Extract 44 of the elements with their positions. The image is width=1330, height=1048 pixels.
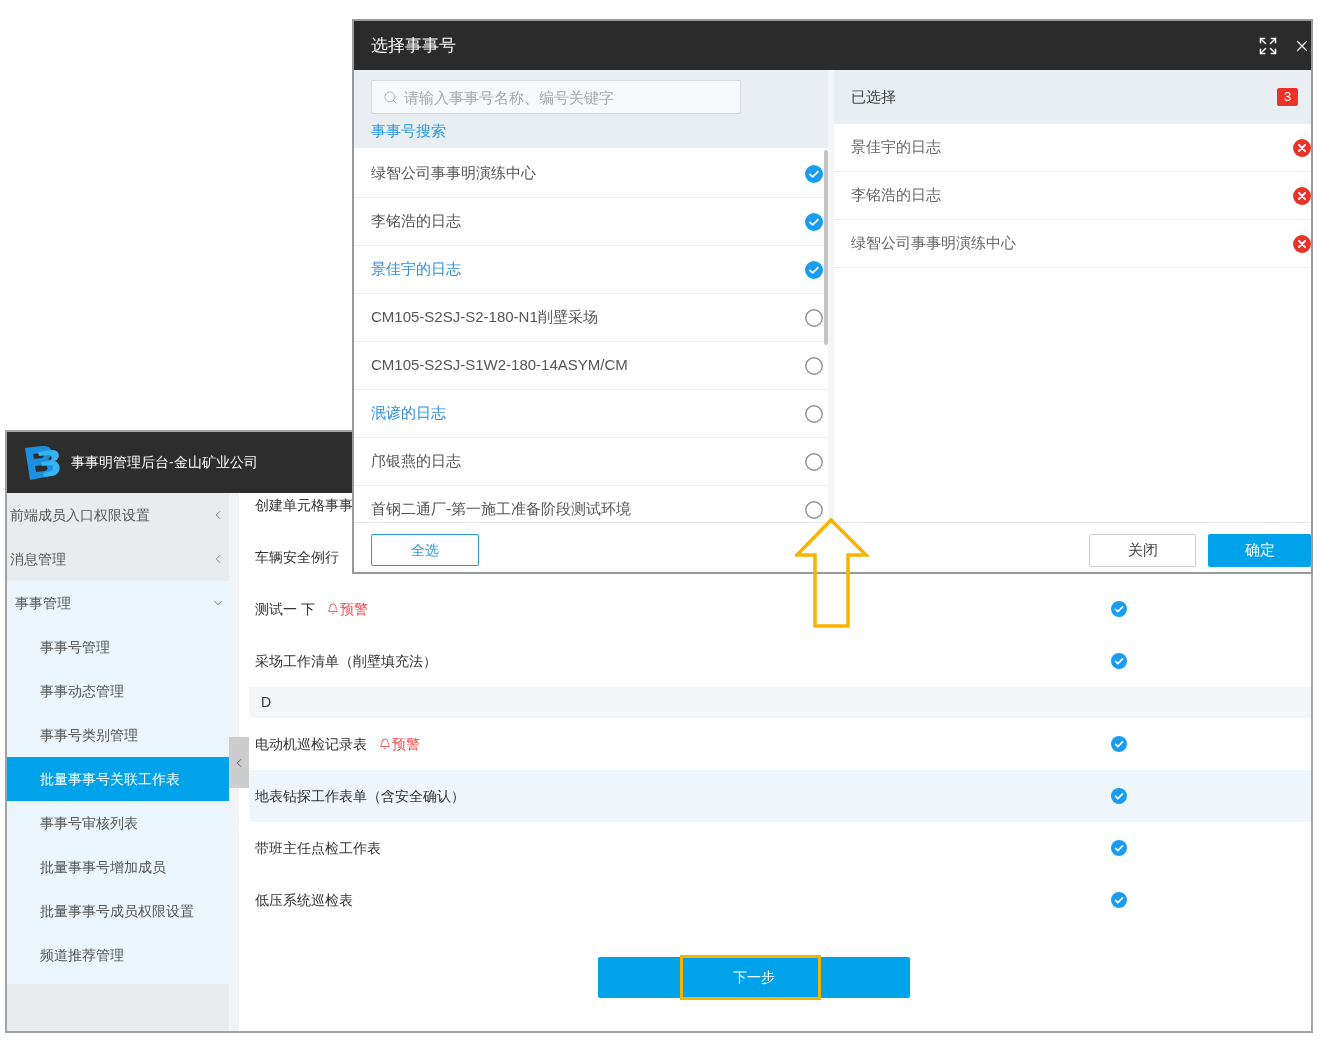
menu-item[interactable]: 消息管理 bbox=[7, 537, 229, 581]
selected-item: 李铭浩的日志 bbox=[851, 185, 941, 206]
worksheet-name: 低压系统巡检表 bbox=[255, 890, 353, 910]
warning-label: 预警 bbox=[339, 599, 368, 619]
scrollbar-thumb[interactable] bbox=[824, 150, 828, 345]
option-item[interactable]: 邝银燕的日志 bbox=[354, 438, 828, 486]
menu-item[interactable]: 事事管理 bbox=[7, 581, 229, 625]
selected-title: 已选择 bbox=[851, 86, 896, 107]
selected-item: 绿智公司事事明演练中心 bbox=[851, 233, 1016, 254]
logo-icon bbox=[22, 443, 62, 482]
worksheet-name: 采场工作清单（削壁填充法） bbox=[255, 651, 437, 671]
warning-label: 预警 bbox=[392, 734, 420, 754]
worksheet-row[interactable]: 地表钻探工作表单（含安全确认） bbox=[249, 770, 1311, 822]
expand-icon[interactable] bbox=[1258, 35, 1278, 56]
option-item[interactable]: 泯谚的日志 bbox=[354, 390, 828, 438]
submenu-item[interactable]: 批量事事号增加成员 bbox=[7, 845, 229, 889]
remove-icon[interactable] bbox=[1293, 186, 1311, 205]
remove-icon[interactable] bbox=[1293, 234, 1311, 253]
bell-icon bbox=[379, 738, 391, 750]
bell-icon bbox=[326, 603, 339, 615]
submenu-item[interactable]: 事事号管理 bbox=[7, 625, 229, 669]
submenu-item[interactable]: 频道推荐管理 bbox=[7, 933, 229, 977]
remove-icon[interactable] bbox=[1293, 138, 1311, 157]
submenu-item[interactable]: 批量事事号成员权限设置 bbox=[7, 889, 229, 933]
submenu-item[interactable]: 事事号类别管理 bbox=[7, 713, 229, 757]
submenu-item[interactable]: 事事号审核列表 bbox=[7, 801, 229, 845]
worksheet-name: 车辆安全例行 bbox=[255, 547, 339, 567]
submenu-item[interactable]: 事事动态管理 bbox=[7, 669, 229, 713]
menu-item[interactable]: 前端成员入口权限设置 bbox=[7, 493, 229, 537]
worksheet-name: 测试一 下 bbox=[255, 599, 315, 619]
collapse-handle[interactable] bbox=[229, 737, 249, 788]
worksheet-name: 带班主任点检工作表 bbox=[255, 838, 381, 858]
worksheet-name: 地表钻探工作表单（含安全确认） bbox=[255, 786, 465, 806]
worksheet-name: 电动机巡检记录表 bbox=[255, 734, 367, 754]
app-title: 事事明管理后台-金山矿业公司 bbox=[71, 453, 258, 472]
count-badge: 3 bbox=[1277, 88, 1298, 106]
group-header: D bbox=[249, 687, 1311, 718]
option-item[interactable]: CM105-S2SJ-S1W2-180-14ASYM/CM bbox=[354, 342, 828, 390]
cancel-button[interactable]: 关闭 bbox=[1089, 534, 1196, 567]
worksheet-name: 创建单元格事事 bbox=[255, 495, 353, 515]
search-field[interactable]: 请输入事事号名称、编号关键字 bbox=[371, 80, 741, 114]
selected-item: 景佳宇的日志 bbox=[851, 137, 941, 158]
dialog-title: 选择事事号 bbox=[371, 34, 456, 57]
search-icon bbox=[383, 90, 398, 105]
